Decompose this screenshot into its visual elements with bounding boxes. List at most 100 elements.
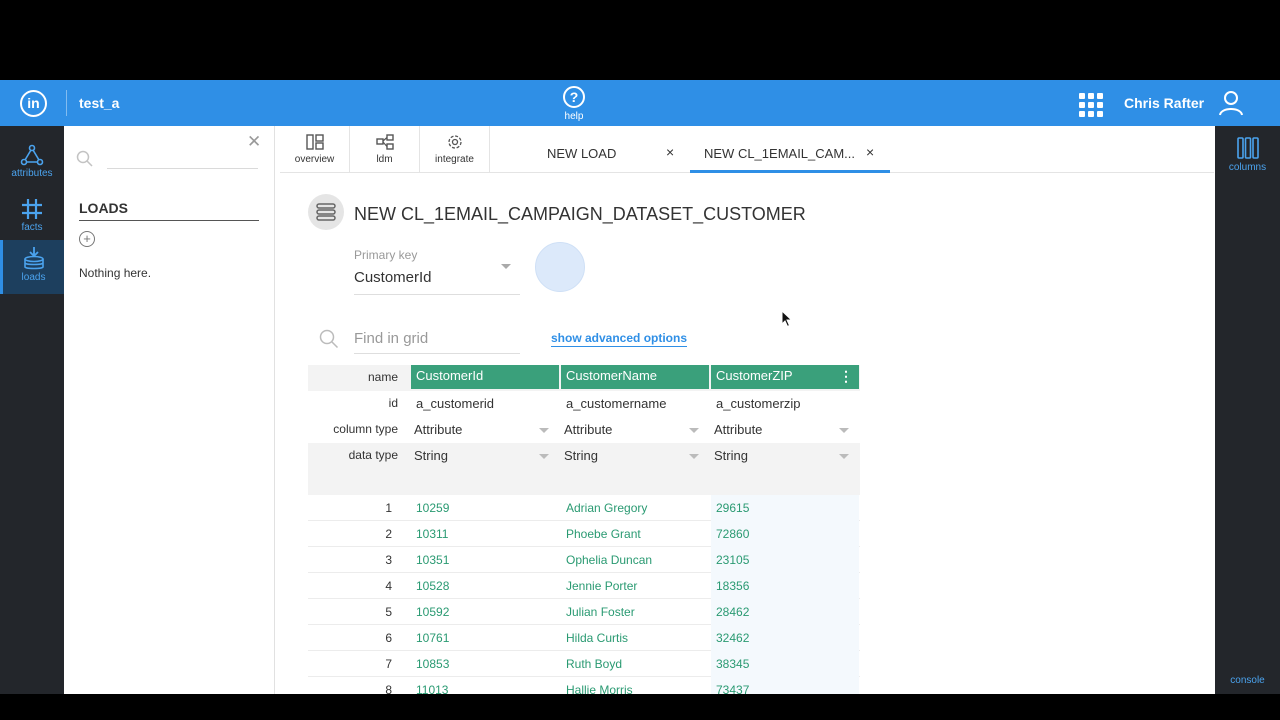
row-number: 7	[385, 657, 392, 671]
help-icon: ?	[563, 86, 585, 108]
column-type-select[interactable]: Attribute	[561, 417, 709, 443]
data-type-select[interactable]: String	[411, 443, 559, 469]
help-label: help	[564, 111, 584, 122]
row-number: 6	[385, 631, 392, 645]
table-cell: 32462	[711, 625, 859, 651]
select-value: String	[714, 448, 748, 463]
primary-key-label: Primary key	[354, 248, 418, 262]
tab-overview[interactable]: overview	[280, 126, 350, 173]
right-rail: columns console	[1215, 126, 1280, 694]
row-number: 8	[385, 683, 392, 694]
column-header[interactable]: CustomerZIP ⋮	[711, 365, 859, 389]
close-icon[interactable]: ×	[666, 144, 674, 160]
column-header[interactable]: CustomerName	[561, 365, 709, 389]
row-number: 2	[385, 527, 392, 541]
row-number: 5	[385, 605, 392, 619]
table-cell: Ophelia Duncan	[566, 553, 653, 567]
logo[interactable]: in	[20, 90, 47, 117]
overview-icon	[305, 134, 324, 150]
table-cell: 10311	[416, 527, 449, 541]
console-button[interactable]: console	[1215, 675, 1280, 686]
tab-bar: overview ldm integrate NEW LOAD × NEW CL…	[280, 126, 1214, 173]
table-cell: 10761	[416, 631, 450, 645]
rail-loads[interactable]: loads	[0, 240, 64, 294]
column-type-select[interactable]: Attribute	[711, 417, 859, 443]
user-icon[interactable]	[1218, 90, 1244, 121]
tab-integrate[interactable]: integrate	[420, 126, 490, 173]
table-cell: Julian Foster	[566, 605, 635, 619]
help-button[interactable]: ? help	[558, 86, 590, 122]
add-load-button[interactable]: +	[79, 231, 95, 247]
table-cell: Jennie Porter	[566, 579, 638, 593]
grid-data-type-row: data type String String String	[308, 443, 860, 495]
divider	[354, 294, 520, 295]
kebab-menu-icon[interactable]: ⋮	[839, 365, 853, 387]
left-rail: attributes facts loads	[0, 126, 64, 694]
primary-key-select[interactable]: CustomerId	[354, 269, 432, 286]
divider	[79, 220, 259, 221]
loading-spinner	[535, 242, 585, 292]
table-cell: 29615	[711, 495, 859, 521]
table-row: 5 10592 Julian Foster 28462	[308, 599, 860, 625]
user-name[interactable]: Chris Rafter	[1124, 95, 1204, 111]
table-cell: 72860	[711, 521, 859, 547]
rail-facts[interactable]: facts	[0, 192, 64, 244]
grid-id-row: id a_customerid a_customername a_custome…	[308, 391, 860, 417]
grid-column-type-row: column type Attribute Attribute Attribut…	[308, 417, 860, 443]
rail-loads-label: loads	[21, 272, 46, 283]
search-icon[interactable]	[319, 329, 339, 354]
row-label-name: name	[367, 370, 398, 384]
row-label-id: id	[388, 396, 398, 410]
row-label-column-type: column type	[333, 422, 398, 436]
table-row: 8 11013 Hallie Morris 73437	[308, 677, 860, 694]
select-value: String	[414, 448, 448, 463]
loads-panel: ✕ LOADS + Nothing here.	[64, 126, 275, 694]
dataset-icon	[308, 194, 344, 230]
loads-icon	[23, 247, 44, 270]
chevron-down-icon	[539, 428, 549, 433]
chevron-down-icon	[839, 428, 849, 433]
data-type-select[interactable]: String	[711, 443, 859, 469]
table-cell: 23105	[711, 547, 859, 573]
column-id: a_customerid	[416, 396, 495, 411]
chevron-down-icon	[839, 454, 849, 459]
table-cell: Adrian Gregory	[566, 501, 648, 515]
project-name[interactable]: test_a	[79, 95, 119, 111]
select-value: Attribute	[714, 422, 763, 437]
table-cell: 18356	[711, 573, 859, 599]
tab-new-load[interactable]: NEW LOAD ×	[500, 126, 690, 173]
column-type-select[interactable]: Attribute	[411, 417, 559, 443]
chevron-down-icon[interactable]	[501, 264, 511, 269]
rail-attributes[interactable]: attributes	[0, 138, 64, 190]
table-cell: 38345	[711, 651, 859, 677]
apps-grid-icon[interactable]	[1079, 93, 1103, 117]
row-number: 1	[385, 501, 392, 515]
tab-dataset[interactable]: NEW CL_1EMAIL_CAM... ×	[690, 126, 890, 173]
tab-dataset-label: NEW CL_1EMAIL_CAM...	[704, 146, 855, 161]
tab-overview-label: overview	[294, 154, 335, 165]
rail-facts-label: facts	[21, 222, 43, 233]
table-cell: Hilda Curtis	[566, 631, 629, 645]
row-number: 4	[385, 579, 392, 593]
mouse-cursor-icon	[781, 309, 793, 333]
dataset-title: NEW CL_1EMAIL_CAMPAIGN_DATASET_CUSTOMER	[354, 204, 806, 224]
panel-search-input[interactable]	[107, 168, 258, 169]
column-header[interactable]: CustomerId	[411, 365, 559, 389]
facts-icon	[22, 199, 42, 219]
close-icon[interactable]: ✕	[247, 132, 261, 152]
advanced-options-link[interactable]: show advanced options	[551, 331, 688, 347]
search-icon[interactable]	[76, 150, 94, 173]
select-value: Attribute	[414, 422, 463, 437]
grid-search-input[interactable]	[354, 324, 520, 354]
columns-button[interactable]: columns	[1215, 136, 1280, 173]
data-type-select[interactable]: String	[561, 443, 709, 469]
select-value: String	[564, 448, 598, 463]
table-cell: 28462	[711, 599, 859, 625]
tab-ldm[interactable]: ldm	[350, 126, 420, 173]
column-name: CustomerZIP	[716, 368, 793, 383]
close-icon[interactable]: ×	[866, 144, 874, 160]
table-row: 7 10853 Ruth Boyd 38345	[308, 651, 860, 677]
table-cell: 10592	[416, 605, 450, 619]
table-row: 2 10311 Phoebe Grant 72860	[308, 521, 860, 547]
table-row: 3 10351 Ophelia Duncan 23105	[308, 547, 860, 573]
